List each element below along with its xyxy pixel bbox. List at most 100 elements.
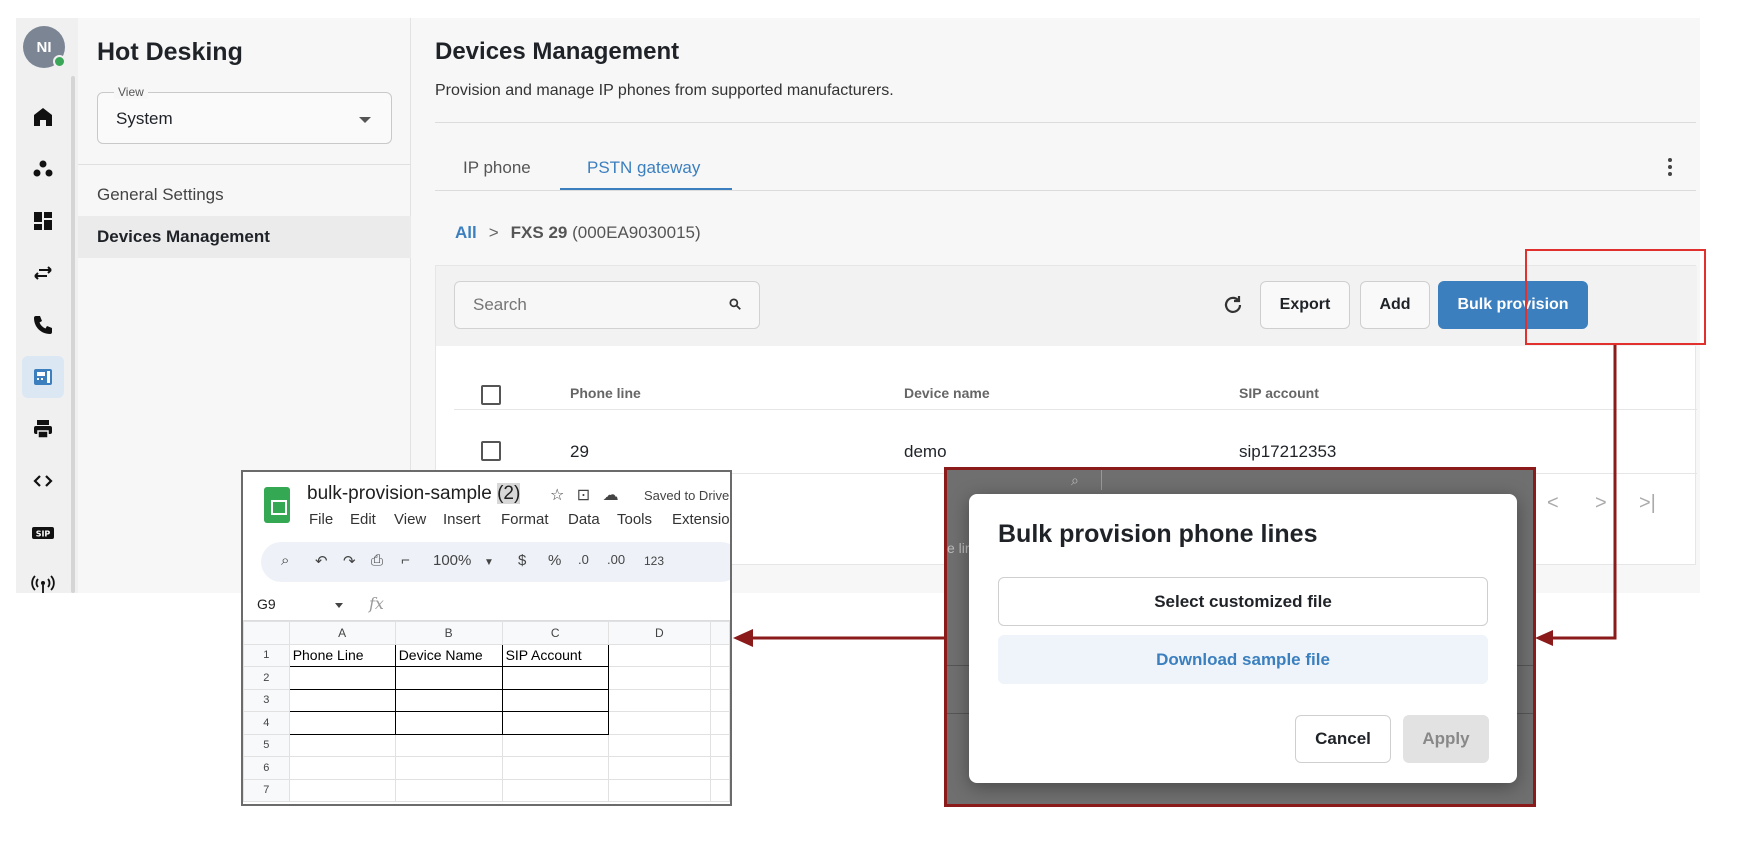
cell[interactable] <box>709 733 730 757</box>
menu-edit[interactable]: Edit <box>350 511 376 528</box>
move-folder-icon[interactable]: ⊡ <box>577 487 590 504</box>
sidebar-item-devices-management[interactable]: Devices Management <box>78 216 411 258</box>
cell[interactable] <box>709 688 730 712</box>
print-icon[interactable]: ⎙ <box>371 552 383 569</box>
cell[interactable] <box>394 756 503 780</box>
dashboard-icon[interactable] <box>22 200 64 242</box>
row-header[interactable]: 5 <box>243 733 290 757</box>
antenna-icon[interactable] <box>22 564 64 593</box>
spreadsheet-title[interactable]: bulk-provision-sample (2) <box>307 483 521 505</box>
cell[interactable] <box>394 666 503 690</box>
cell[interactable] <box>394 711 503 735</box>
row-header[interactable]: 3 <box>243 688 290 712</box>
cell[interactable] <box>288 711 396 735</box>
cell[interactable] <box>607 778 711 802</box>
column-header[interactable]: C <box>501 621 609 645</box>
tab-ip-phone[interactable]: IP phone <box>463 158 531 178</box>
menu-insert[interactable]: Insert <box>443 511 481 528</box>
row-header[interactable]: 6 <box>243 756 290 780</box>
undo-icon[interactable]: ↶ <box>315 552 328 570</box>
menu-data[interactable]: Data <box>568 511 600 528</box>
row-header[interactable]: 4 <box>243 711 290 735</box>
column-header[interactable] <box>709 621 730 645</box>
zoom-select[interactable]: 100% <box>433 552 471 569</box>
cell[interactable]: Phone Line <box>288 643 396 667</box>
column-header[interactable]: B <box>394 621 503 645</box>
cell[interactable] <box>709 778 730 802</box>
cell[interactable] <box>607 733 711 757</box>
add-button[interactable]: Add <box>1360 281 1430 329</box>
percent-button[interactable]: % <box>548 552 561 569</box>
cell[interactable] <box>394 778 503 802</box>
column-header[interactable]: A <box>288 621 396 645</box>
cell[interactable] <box>288 666 396 690</box>
select-customized-file-button[interactable]: Select customized file <box>998 577 1488 626</box>
cell[interactable]: SIP Account <box>501 643 609 667</box>
menu-tools[interactable]: Tools <box>617 511 652 528</box>
last-page-icon[interactable]: >| <box>1639 492 1656 515</box>
cell[interactable] <box>709 666 730 690</box>
users-icon[interactable] <box>22 148 64 190</box>
cell[interactable] <box>501 711 609 735</box>
cell[interactable] <box>501 756 609 780</box>
cell[interactable] <box>394 688 503 712</box>
export-button[interactable]: Export <box>1260 281 1350 329</box>
search-input[interactable] <box>454 281 760 329</box>
cell[interactable] <box>501 733 609 757</box>
column-header-phone-line[interactable]: Phone line <box>570 385 641 401</box>
cell[interactable] <box>501 688 609 712</box>
row-header[interactable]: 1 <box>243 643 290 667</box>
increase-decimal-button[interactable]: .00 <box>607 552 625 567</box>
rail-scrollbar[interactable] <box>71 76 75 593</box>
cell[interactable] <box>394 733 503 757</box>
cell[interactable] <box>501 778 609 802</box>
tab-pstn-gateway[interactable]: PSTN gateway <box>587 158 700 178</box>
menu-file[interactable]: File <box>309 511 333 528</box>
cell[interactable] <box>288 778 396 802</box>
call-icon[interactable] <box>22 304 64 346</box>
corner-cell[interactable] <box>243 621 290 645</box>
cell[interactable] <box>607 711 711 735</box>
cell[interactable] <box>607 666 711 690</box>
cell[interactable] <box>288 688 396 712</box>
chevron-left-icon[interactable]: < <box>1547 492 1559 515</box>
view-select[interactable]: View System <box>97 85 392 144</box>
refresh-icon[interactable] <box>1221 293 1245 317</box>
menu-extensions[interactable]: Extensio <box>672 511 730 528</box>
currency-button[interactable]: $ <box>518 552 526 569</box>
printer-icon[interactable] <box>22 408 64 450</box>
sidebar-item-general-settings[interactable]: General Settings <box>78 174 411 216</box>
cell[interactable] <box>288 733 396 757</box>
menu-format[interactable]: Format <box>501 511 549 528</box>
select-all-checkbox[interactable] <box>481 385 501 405</box>
column-header-sip-account[interactable]: SIP account <box>1239 385 1319 401</box>
decrease-decimal-button[interactable]: .0 <box>578 552 589 567</box>
avatar[interactable]: NI <box>23 26 66 68</box>
redo-icon[interactable]: ↷ <box>343 552 356 570</box>
desk-phone-icon[interactable] <box>22 356 64 398</box>
row-header[interactable]: 7 <box>243 778 290 802</box>
home-icon[interactable] <box>22 96 64 138</box>
download-sample-file-button[interactable]: Download sample file <box>998 635 1488 684</box>
column-header-device-name[interactable]: Device name <box>904 385 990 401</box>
breadcrumb-all[interactable]: All <box>455 223 477 242</box>
sip-icon[interactable]: SIP <box>22 512 64 554</box>
number-format-button[interactable]: 123 <box>644 554 664 568</box>
row-checkbox[interactable] <box>481 441 501 461</box>
cancel-button[interactable]: Cancel <box>1295 715 1391 763</box>
search-icon[interactable]: ⌕ <box>281 552 289 569</box>
paint-format-icon[interactable]: ⌐ <box>401 552 410 569</box>
more-options-icon[interactable] <box>1667 156 1673 180</box>
cell[interactable] <box>607 688 711 712</box>
cell[interactable] <box>709 643 730 667</box>
cell[interactable]: Device Name <box>394 643 503 667</box>
transfer-icon[interactable] <box>22 252 64 294</box>
cell[interactable] <box>501 666 609 690</box>
star-icon[interactable]: ☆ <box>550 487 564 504</box>
cell[interactable] <box>607 756 711 780</box>
column-header[interactable]: D <box>607 621 711 645</box>
cell[interactable] <box>288 756 396 780</box>
row-header[interactable]: 2 <box>243 666 290 690</box>
menu-view[interactable]: View <box>394 511 426 528</box>
cell[interactable] <box>709 711 730 735</box>
